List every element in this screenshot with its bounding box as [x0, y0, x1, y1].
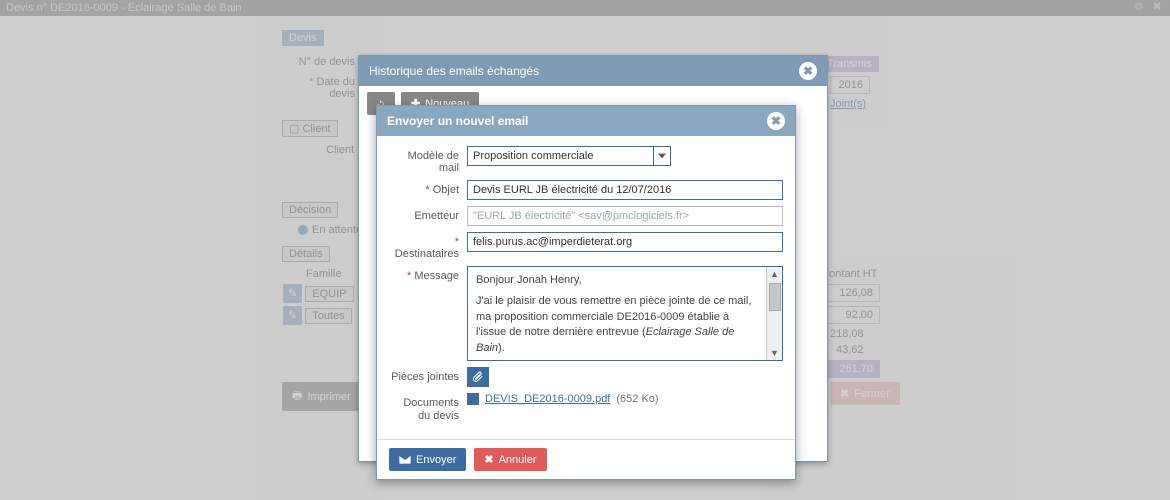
mail-template-value[interactable] [467, 146, 653, 166]
scroll-up-icon[interactable]: ▲ [770, 267, 779, 281]
recipients-input[interactable] [467, 232, 783, 252]
dialog-send-email-title: Envoyer un nouvel email [387, 114, 528, 128]
mail-template-select[interactable] [467, 146, 783, 166]
label-modele: Modèle de mail [389, 146, 467, 174]
envelope-icon [399, 455, 411, 464]
chevron-down-icon[interactable] [653, 146, 671, 166]
send-button-label: Envoyer [416, 454, 456, 466]
subject-input[interactable] [467, 180, 783, 200]
scrollbar[interactable]: ▲ ▼ [766, 267, 782, 360]
cancel-button[interactable]: ✖ Annuler [474, 448, 546, 471]
label-objet: Objet [433, 184, 459, 196]
scroll-thumb[interactable] [769, 283, 781, 311]
scroll-down-icon[interactable]: ▼ [770, 346, 779, 360]
x-icon: ✖ [484, 453, 493, 466]
document-size: (652 Ko) [616, 393, 658, 405]
label-message: Message [414, 270, 459, 282]
label-pieces-jointes: Pièces jointes [389, 367, 467, 383]
label-destinataires: Destinataires [395, 248, 459, 260]
close-icon[interactable]: ✖ [799, 62, 817, 80]
message-line: Bonjour Jonah Henry, [476, 273, 758, 288]
close-icon[interactable]: ✖ [767, 112, 785, 130]
document-checkbox[interactable] [467, 393, 479, 405]
label-emetteur: Emetteur [389, 206, 467, 222]
dialog-email-history-title: Historique des emails échangés [369, 64, 539, 78]
paperclip-icon [472, 371, 484, 383]
document-link[interactable]: DEVIS_DE2016-0009.pdf [485, 393, 610, 405]
send-button[interactable]: Envoyer [389, 448, 466, 471]
attach-button[interactable] [467, 367, 489, 387]
cancel-button-label: Annuler [499, 454, 537, 466]
message-editor[interactable]: Bonjour Jonah Henry, J'ai le plaisir de … [467, 266, 783, 361]
message-line: J'ai le plaisir de vous remettre en pièc… [476, 294, 758, 356]
dialog-send-email: Envoyer un nouvel email ✖ Modèle de mail… [376, 105, 796, 480]
label-documents-devis: Documents du devis [389, 393, 467, 423]
sender-input [467, 206, 783, 226]
